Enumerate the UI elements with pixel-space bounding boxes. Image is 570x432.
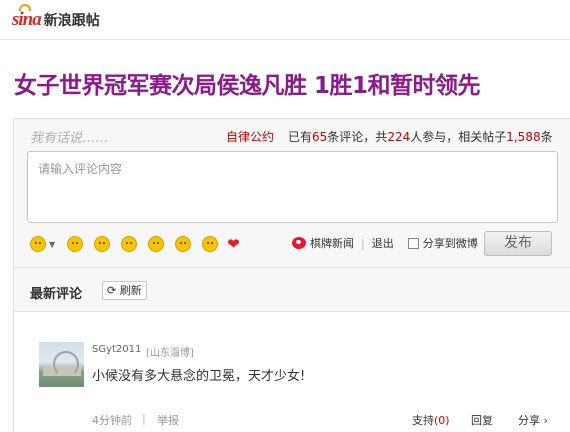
rules-link[interactable]: 自律公约 — [226, 128, 274, 145]
latest-comments-title: 最新评论 — [30, 287, 83, 302]
comment-location: [山东淄博] — [146, 348, 194, 359]
share-link[interactable]: 分享 › — [518, 412, 548, 428]
post-actions: 棋牌新闻 | 退出 分享到微博 — [292, 235, 478, 251]
divider: | — [142, 412, 146, 425]
divider: | — [361, 236, 365, 250]
avatar[interactable] — [39, 342, 84, 387]
latest-comments-header: 最新评论 ⟳ 刷新 — [14, 268, 570, 312]
post-button[interactable]: 发布 — [484, 231, 552, 256]
smile-emoji-icon[interactable] — [30, 236, 46, 252]
sina-eye-icon — [19, 4, 31, 11]
cry-emoji-icon[interactable] — [121, 236, 138, 252]
comment-username[interactable]: SGyt2011 — [92, 344, 141, 355]
comment-input[interactable]: 请输入评论内容 — [27, 151, 558, 223]
comment-stats: 已有65条评论，共224人参与，相关帖子1,588条 — [288, 130, 553, 144]
latest-comments: 最新评论 ⟳ 刷新 SGyt2011 [山东淄博] 小候没有多大悬念的卫冕，天才… — [13, 268, 570, 432]
glasses-emoji-icon[interactable] — [175, 236, 192, 252]
emoji-bar: ▼ ❤ — [30, 235, 240, 253]
comment-input-placeholder: 请输入评论内容 — [38, 162, 123, 176]
participant-count: 224 — [387, 130, 411, 144]
comment-time: 4分钟前 — [92, 414, 132, 427]
top-bar: sina 新浪跟帖 — [0, 0, 570, 40]
sina-logo[interactable]: sina 新浪跟帖 — [12, 4, 100, 31]
emoji-dropdown-icon[interactable]: ▼ — [49, 240, 55, 249]
comment-text: 小候没有多大悬念的卫冕，天才少女! — [92, 369, 306, 384]
refresh-button[interactable]: ⟳ 刷新 — [102, 281, 147, 300]
related-post-count[interactable]: 1,588 — [506, 130, 540, 144]
refresh-icon: ⟳ — [107, 284, 117, 297]
comment-count[interactable]: 65 — [312, 130, 327, 144]
logo-text: 新浪跟帖 — [43, 13, 100, 29]
support-link[interactable]: 支持(0) — [412, 412, 450, 428]
comment-panel: 我有话说…… 自律公约 已有65条评论，共224人参与，相关帖子1,588条 请… — [13, 118, 570, 268]
think-emoji-icon[interactable] — [94, 236, 111, 252]
report-link[interactable]: 举报 — [157, 412, 179, 428]
sleepy-emoji-icon[interactable] — [202, 236, 219, 252]
logout-link[interactable]: 退出 — [372, 235, 394, 251]
page-title: 女子世界冠军赛次局侯逸凡胜 1胜1和暂时领先 — [14, 73, 481, 99]
share-weibo-label[interactable]: 分享到微博 — [423, 235, 478, 251]
share-weibo-checkbox[interactable] — [407, 237, 419, 249]
laugh-emoji-icon[interactable] — [67, 236, 84, 252]
heart-icon[interactable]: ❤ — [227, 235, 240, 253]
chess-news-link[interactable]: 棋牌新闻 — [310, 235, 354, 251]
sina-logo-mark: sina — [12, 4, 42, 31]
comment-hand-label: 我有话说…… — [30, 131, 109, 146]
support-count: (0) — [434, 414, 450, 427]
reply-link[interactable]: 回复 — [471, 412, 493, 428]
grin-emoji-icon[interactable] — [148, 236, 165, 252]
weibo-icon — [292, 237, 306, 249]
